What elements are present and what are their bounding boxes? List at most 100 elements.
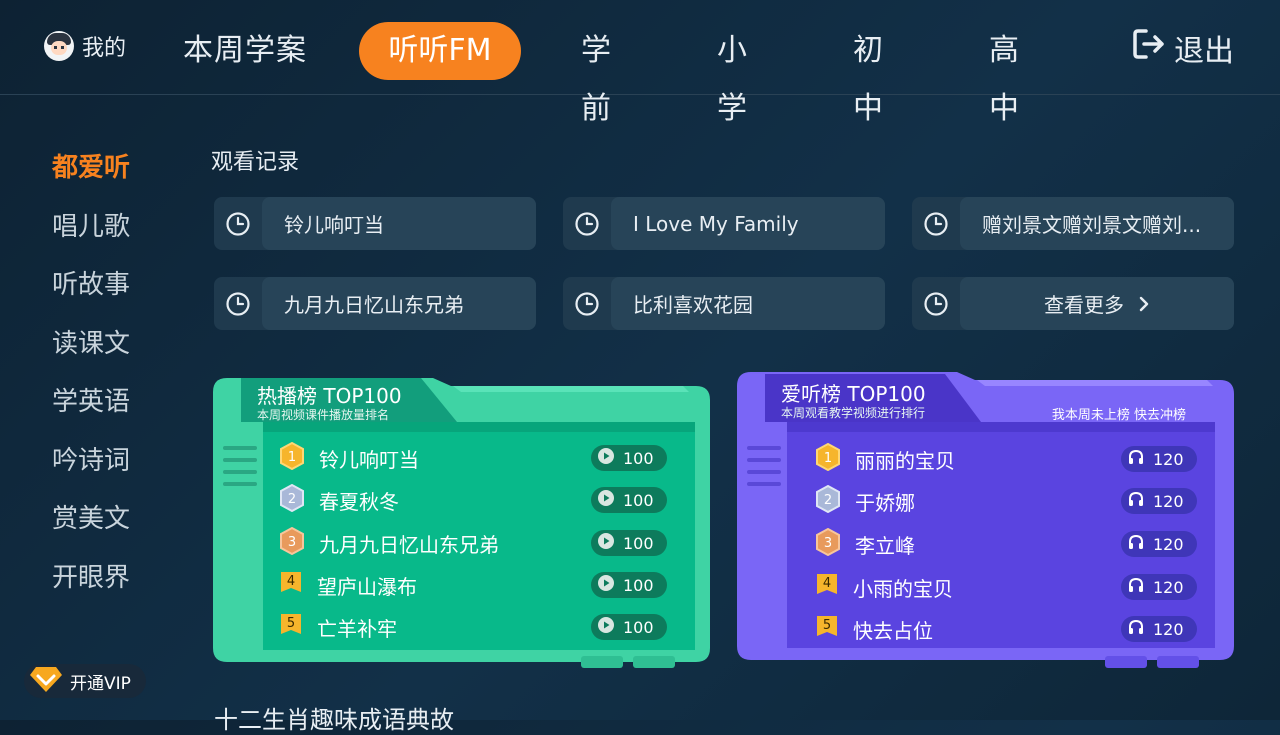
- play-icon: [597, 532, 615, 554]
- open-vip-button[interactable]: 开通VIP: [24, 664, 146, 698]
- listen-count-value: 120: [1153, 491, 1184, 511]
- chart-row-name: 快去占位: [853, 618, 933, 643]
- play-count: 100: [591, 530, 667, 556]
- chart-row[interactable]: 5 快去占位 120: [815, 614, 1197, 644]
- hot-chart-panel[interactable]: 热播榜 TOP100 本周视频课件播放量排名 1 铃儿响叮当 100 2 春夏秋…: [213, 370, 710, 668]
- history-item-label: 铃儿响叮当: [262, 197, 536, 250]
- logout-icon: [1132, 27, 1166, 69]
- tab-senior-high[interactable]: 高中: [970, 22, 1050, 126]
- chart-row-name: 亡羊补牢: [317, 616, 397, 641]
- rank-badge-icon: 5: [279, 612, 303, 642]
- svg-text:1: 1: [824, 451, 832, 466]
- view-more-text: 查看更多: [1044, 293, 1124, 317]
- chart-row[interactable]: 4 望庐山瀑布 100: [279, 570, 667, 600]
- chart-row[interactable]: 2 春夏秋冬 100: [279, 483, 667, 516]
- sidebar-item-stories[interactable]: 听故事: [52, 265, 130, 324]
- history-item-label: 九月九日忆山东兄弟: [262, 277, 536, 330]
- play-icon: [597, 489, 615, 511]
- chart-row-name: 春夏秋冬: [319, 489, 399, 514]
- play-count-value: 100: [623, 617, 654, 637]
- play-count-value: 100: [623, 490, 654, 510]
- chart-row-name: 望庐山瀑布: [317, 574, 417, 599]
- history-item[interactable]: 比利喜欢花园: [563, 277, 885, 330]
- sidebar-item-poetry[interactable]: 吟诗词: [52, 441, 130, 500]
- love-chart-panel[interactable]: 爱听榜 TOP100 本周观看教学视频进行排行 我本周未上榜 快去冲榜 1 丽丽…: [737, 370, 1234, 668]
- headphones-icon: [1127, 618, 1145, 640]
- rank-status-note[interactable]: 我本周未上榜 快去冲榜: [1052, 404, 1186, 423]
- play-count-value: 100: [623, 448, 654, 468]
- svg-text:5: 5: [823, 618, 831, 633]
- rank-badge-icon: 4: [279, 570, 303, 600]
- rank-silver-icon: 2: [279, 483, 305, 516]
- sidebar-item-songs[interactable]: 唱儿歌: [52, 207, 130, 266]
- clock-icon: [912, 197, 960, 250]
- open-vip-label: 开通VIP: [70, 673, 131, 694]
- tab-junior-high[interactable]: 初中: [834, 22, 914, 126]
- svg-text:3: 3: [824, 536, 832, 551]
- chart-row[interactable]: 5 亡羊补牢 100: [279, 612, 667, 642]
- play-icon: [597, 574, 615, 596]
- listen-count-value: 120: [1153, 619, 1184, 639]
- clock-icon: [912, 277, 960, 330]
- listen-count: 120: [1121, 574, 1197, 600]
- chart-row-name: 铃儿响叮当: [319, 447, 419, 472]
- view-more-button[interactable]: 查看更多: [912, 277, 1234, 330]
- sidebar-item-explore[interactable]: 开眼界: [52, 558, 130, 617]
- clock-icon: [563, 197, 611, 250]
- love-chart-subtitle: 本周观看教学视频进行排行: [781, 406, 926, 420]
- hot-chart-subtitle: 本周视频课件播放量排名: [257, 408, 390, 422]
- grip-line: [747, 458, 781, 462]
- profile-button[interactable]: 我的: [44, 30, 126, 62]
- grip-line: [747, 446, 781, 450]
- chevron-right-icon: [1138, 295, 1150, 313]
- grip-line: [747, 470, 781, 474]
- svg-text:5: 5: [287, 616, 295, 631]
- chart-row-name: 小雨的宝贝: [853, 576, 953, 601]
- history-item[interactable]: 九月九日忆山东兄弟: [214, 277, 536, 330]
- svg-text:2: 2: [288, 492, 296, 507]
- tab-primary[interactable]: 小学: [698, 22, 778, 126]
- sidebar-item-essays[interactable]: 赏美文: [52, 499, 130, 558]
- tab-fm[interactable]: 听听FM: [359, 22, 521, 80]
- sidebar-item-all[interactable]: 都爱听: [52, 148, 130, 207]
- history-item-label: 比利喜欢花园: [611, 277, 885, 330]
- logout-button[interactable]: 退出: [1132, 26, 1234, 70]
- chart-row-name: 于娇娜: [855, 490, 915, 515]
- chart-row[interactable]: 4 小雨的宝贝 120: [815, 572, 1197, 602]
- history-item[interactable]: 铃儿响叮当: [214, 197, 536, 250]
- grip-line: [223, 482, 257, 486]
- chart-row-name: 丽丽的宝贝: [855, 448, 955, 473]
- chart-row[interactable]: 1 丽丽的宝贝 120: [815, 442, 1197, 475]
- listen-count-value: 120: [1153, 577, 1184, 597]
- love-chart-title: 爱听榜 TOP100: [781, 382, 926, 406]
- grip-line: [223, 470, 257, 474]
- svg-text:4: 4: [287, 574, 295, 589]
- diamond-icon: [28, 664, 64, 699]
- chart-row[interactable]: 3 李立峰 120: [815, 527, 1197, 559]
- chart-row[interactable]: 3 九月九日忆山东兄弟 100: [279, 526, 667, 559]
- avatar: [44, 31, 74, 61]
- rank-badge-icon: 5: [815, 614, 839, 644]
- history-item[interactable]: 赠刘景文赠刘景文赠刘...: [912, 197, 1234, 250]
- headphones-icon: [1127, 490, 1145, 512]
- headphones-icon: [1127, 533, 1145, 555]
- chart-row[interactable]: 2 于娇娜 120: [815, 484, 1197, 516]
- listen-count: 120: [1121, 531, 1197, 557]
- listen-count-value: 120: [1153, 534, 1184, 554]
- chart-row[interactable]: 1 铃儿响叮当 100: [279, 441, 667, 473]
- sidebar-item-english[interactable]: 学英语: [52, 382, 130, 441]
- sidebar-item-texts[interactable]: 读课文: [52, 324, 130, 383]
- listen-count: 120: [1121, 616, 1197, 642]
- clock-icon: [563, 277, 611, 330]
- history-item[interactable]: I Love My Family: [563, 197, 885, 250]
- play-count-value: 100: [623, 575, 654, 595]
- rank-gold-icon: 1: [815, 442, 841, 475]
- tab-this-week-lessons[interactable]: 本周学案: [180, 22, 310, 80]
- headphones-icon: [1127, 448, 1145, 470]
- chart-row-name: 九月九日忆山东兄弟: [319, 532, 499, 557]
- listen-count: 120: [1121, 488, 1197, 514]
- rank-bronze-icon: 3: [279, 526, 305, 559]
- grip-line: [223, 458, 257, 462]
- clock-icon: [214, 197, 262, 250]
- tab-preschool[interactable]: 学前: [562, 22, 642, 126]
